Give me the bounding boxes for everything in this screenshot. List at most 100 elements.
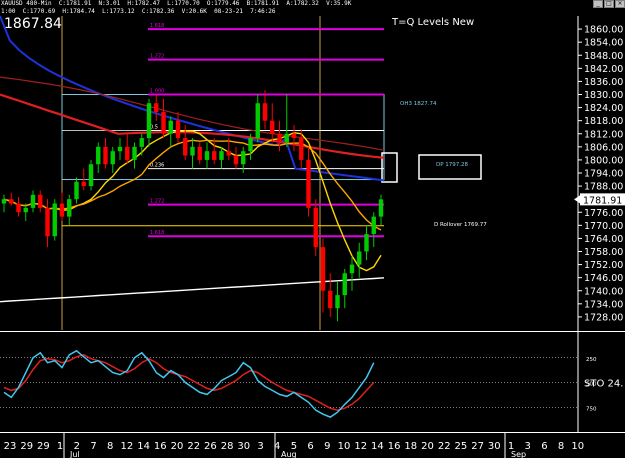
y-tick-label: 1848.00 [584,51,623,62]
candle-body [306,159,311,208]
y-tick-label: 1776.00 [584,208,623,219]
minimize-icon[interactable]: _ [593,0,603,8]
x-tick-label: 27 [471,441,484,452]
candle-body [349,264,355,274]
candle-body [262,103,268,121]
x-tick-label: 6 [541,441,547,452]
candle-body [161,111,166,134]
fib-level-label: 1.618 [150,230,164,236]
candle-body [139,138,144,147]
candle-body [175,120,181,139]
y-tick-label: 1764.00 [584,234,623,245]
y-tick-label: 1860.00 [584,25,623,36]
candle-body [117,146,123,152]
y-tick-label: 1824.00 [584,103,623,114]
level-annotation: D Rollover 1769.77 [434,222,487,228]
y-tick-label: 1734.00 [584,299,623,310]
close-icon[interactable]: × [615,0,625,8]
maximize-icon[interactable]: □ [604,0,614,8]
background [0,0,625,458]
candle-body [313,207,318,248]
x-tick-label: 8 [107,441,113,452]
y-tick-label: 1854.00 [584,38,623,49]
y-tick-label: 1770.00 [584,221,623,232]
candle-body [212,151,217,160]
fib-level-label: 0.236 [150,163,164,169]
candle-body [342,273,347,296]
candle-body [219,151,224,160]
x-tick-label: 7 [90,441,96,452]
candle-body [335,295,340,309]
candle-body [110,151,115,165]
last-price-label: 1781.91 [583,195,622,206]
candle-body [284,133,289,143]
candle-body [270,120,275,134]
candle-body [241,151,246,165]
candle-body [1,199,7,204]
y-tick-label: 1746.00 [584,273,623,284]
x-tick-label: 12 [354,441,367,452]
candle-body [154,103,159,112]
x-tick-label: 6 [307,441,313,452]
month-label: Aug [281,450,297,458]
sto-tick-label: 250 [586,357,597,363]
level-annotation: OH3 1827.74 [400,101,437,107]
candle-body [248,138,253,152]
candle-body [67,199,72,217]
x-tick-label: 14 [137,441,150,452]
candle-body [9,199,14,204]
candle-body [277,133,282,143]
x-tick-label: 10 [571,441,584,452]
candle-body [88,164,94,187]
x-tick-label: 26 [204,441,217,452]
y-tick-label: 1812.00 [584,129,623,140]
candle-body [204,151,210,160]
y-tick-label: 1758.00 [584,247,623,258]
info-line-1: XAUUSD 480-Min C:1781.91 N:3.01 H:1782.4… [1,0,352,7]
candle-body [59,203,65,217]
y-tick-label: 1788.00 [584,182,623,193]
candle-body [255,103,260,139]
x-tick-label: 29 [37,441,50,452]
info-line-2: 1:00 C:1770.69 H:1784.74 L:1773.12 C:178… [1,8,276,15]
candle-body [371,216,376,235]
candle-body [364,234,369,252]
candle-body [190,146,195,156]
candle-body [378,199,384,217]
candle-body [125,146,130,160]
y-tick-label: 1836.00 [584,77,623,88]
candle-body [96,146,101,165]
x-tick-label: 22 [187,441,200,452]
x-tick-label: 25 [455,441,468,452]
sto-tick-label: 750 [586,406,597,412]
candle-body [328,290,333,309]
fib-level-label: 1.272 [150,54,164,60]
candle-body [197,146,202,160]
y-tick-label: 1752.00 [584,260,623,271]
y-tick-label: 1800.00 [584,155,623,166]
y-tick-label: 1830.00 [584,90,623,101]
fib-level-label: 1.000 [150,89,164,95]
x-tick-label: 3 [257,441,263,452]
y-tick-label: 1728.00 [584,312,623,323]
y-tick-label: 1794.00 [584,169,623,180]
x-tick-label: 18 [404,441,417,452]
candle-body [81,181,86,187]
x-tick-label: 20 [421,441,434,452]
x-tick-label: 23 [4,441,17,452]
x-tick-label: 30 [237,441,250,452]
candle-body [74,181,79,200]
fib-level-label: 1.272 [150,199,164,205]
window-controls: _ □ × [593,0,625,8]
y-tick-label: 1842.00 [584,64,623,75]
x-tick-label: 9 [324,441,330,452]
cursor-price: 1867.84 [4,16,62,32]
x-tick-label: 14 [371,441,384,452]
x-tick-label: 30 [488,441,501,452]
candle-body [45,207,50,237]
price-chart[interactable]: 1728.00 1734.00 1740.00 1746.00 1752.00 1758.… [0,0,625,458]
month-label: Jul [69,450,80,458]
x-tick-label: 16 [154,441,167,452]
candle-body [132,146,137,160]
candle-body [168,120,173,134]
